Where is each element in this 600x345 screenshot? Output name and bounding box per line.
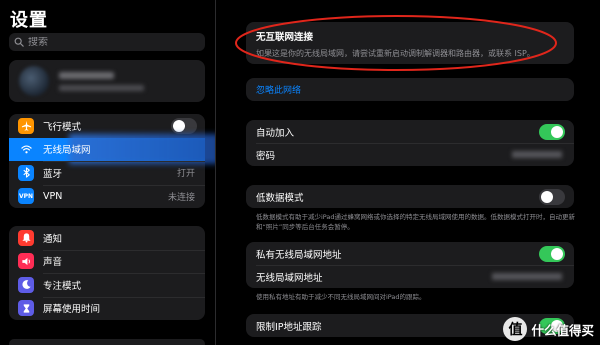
moon-icon [18, 276, 34, 293]
low-data-footnote: 低数据模式有助于减少iPad通过蜂窝网络或你选择的特定无线局域网使用的数据。低数… [256, 213, 576, 231]
speaker-icon [18, 253, 34, 270]
vpn-status: 未连接 [167, 192, 195, 203]
private-address-toggle[interactable] [539, 245, 565, 262]
search-field[interactable] [9, 33, 205, 51]
general-group: 通知 声音 专注模式 屏幕使用时间 [9, 226, 205, 320]
next-group-peek [9, 339, 205, 345]
password-redacted [512, 151, 562, 158]
bluetooth-icon [18, 164, 34, 181]
private-address-label: 私有无线局域网地址 [256, 249, 342, 261]
low-data-label: 低数据模式 [256, 192, 304, 204]
hourglass-icon [18, 300, 34, 317]
avatar [19, 66, 49, 96]
wlan-address-row: 无线局域网地址 [246, 265, 574, 288]
low-data-card: 低数据模式 [246, 185, 574, 208]
sidebar-item-sounds[interactable]: 声音 [9, 249, 205, 274]
sidebar-item-label: VPN [43, 190, 63, 202]
forget-network-row[interactable]: 忽略此网络 [246, 78, 574, 101]
wifi-icon [18, 141, 34, 158]
auto-join-toggle[interactable] [539, 123, 565, 140]
settings-sidebar: 设置 飞行模式 [0, 0, 219, 345]
private-address-footnote: 使用私有地址有助于减少不同无线局域网间对iPad的跟踪。 [256, 293, 426, 301]
sidebar-item-label: 蓝牙 [43, 168, 63, 180]
search-input[interactable] [28, 36, 198, 48]
forget-network-link[interactable]: 忽略此网络 [256, 83, 301, 96]
sidebar-title: 设置 [10, 10, 48, 31]
search-icon [14, 37, 24, 47]
auto-join-card: 自动加入 密码 [246, 120, 574, 166]
site-watermark: 值 什么值得买 [503, 317, 594, 341]
low-data-row: 低数据模式 [246, 185, 574, 208]
password-row[interactable]: 密码 [246, 143, 574, 166]
sidebar-item-label: 屏幕使用时间 [43, 304, 101, 316]
sidebar-item-label: 声音 [43, 257, 63, 269]
airplane-icon [18, 117, 34, 134]
sidebar-item-focus[interactable]: 专注模式 [9, 273, 205, 297]
account-name-redacted [59, 72, 114, 79]
auto-join-label: 自动加入 [256, 127, 295, 139]
bell-icon [18, 229, 34, 246]
low-data-toggle[interactable] [539, 188, 565, 205]
sidebar-item-notifications[interactable]: 通知 [9, 226, 205, 250]
airplane-mode-toggle[interactable] [171, 117, 197, 134]
sidebar-item-label: 无线局域网 [43, 145, 91, 157]
wifi-detail-pane: 无互联网连接 如果这是你的无线局域网，请尝试重新启动调制解调器和路由器，或联系 … [216, 0, 600, 345]
bluetooth-status: 打开 [176, 169, 195, 180]
watermark-text: 什么值得买 [531, 322, 594, 338]
private-address-row: 私有无线局域网地址 [246, 242, 574, 265]
sidebar-item-label: 飞行模式 [43, 121, 82, 133]
wlan-address-redacted [492, 273, 562, 280]
auto-join-row: 自动加入 [246, 120, 574, 143]
watermark-logo: 值 [503, 317, 528, 341]
sidebar-item-wifi[interactable]: 无线局域网 [9, 133, 219, 164]
private-address-card: 私有无线局域网地址 无线局域网地址 [246, 242, 574, 288]
sidebar-item-vpn[interactable]: VPN VPN 未连接 [9, 184, 205, 209]
network-group: 飞行模式 无线局域网 蓝牙 打开 VPN VPN 未连接 [9, 114, 219, 209]
limit-ip-label: 限制IP地址跟踪 [256, 321, 322, 333]
sidebar-item-screen-time[interactable]: 屏幕使用时间 [9, 296, 205, 321]
annotation-ellipse [235, 15, 557, 71]
sidebar-item-label: 通知 [43, 233, 63, 245]
sidebar-item-label: 专注模式 [43, 280, 82, 292]
sidebar-item-bluetooth[interactable]: 蓝牙 打开 [9, 161, 205, 185]
forget-network-card: 忽略此网络 [246, 78, 574, 101]
account-detail-redacted [59, 85, 144, 91]
vpn-icon: VPN [18, 188, 34, 205]
apple-id-card[interactable] [9, 60, 205, 102]
